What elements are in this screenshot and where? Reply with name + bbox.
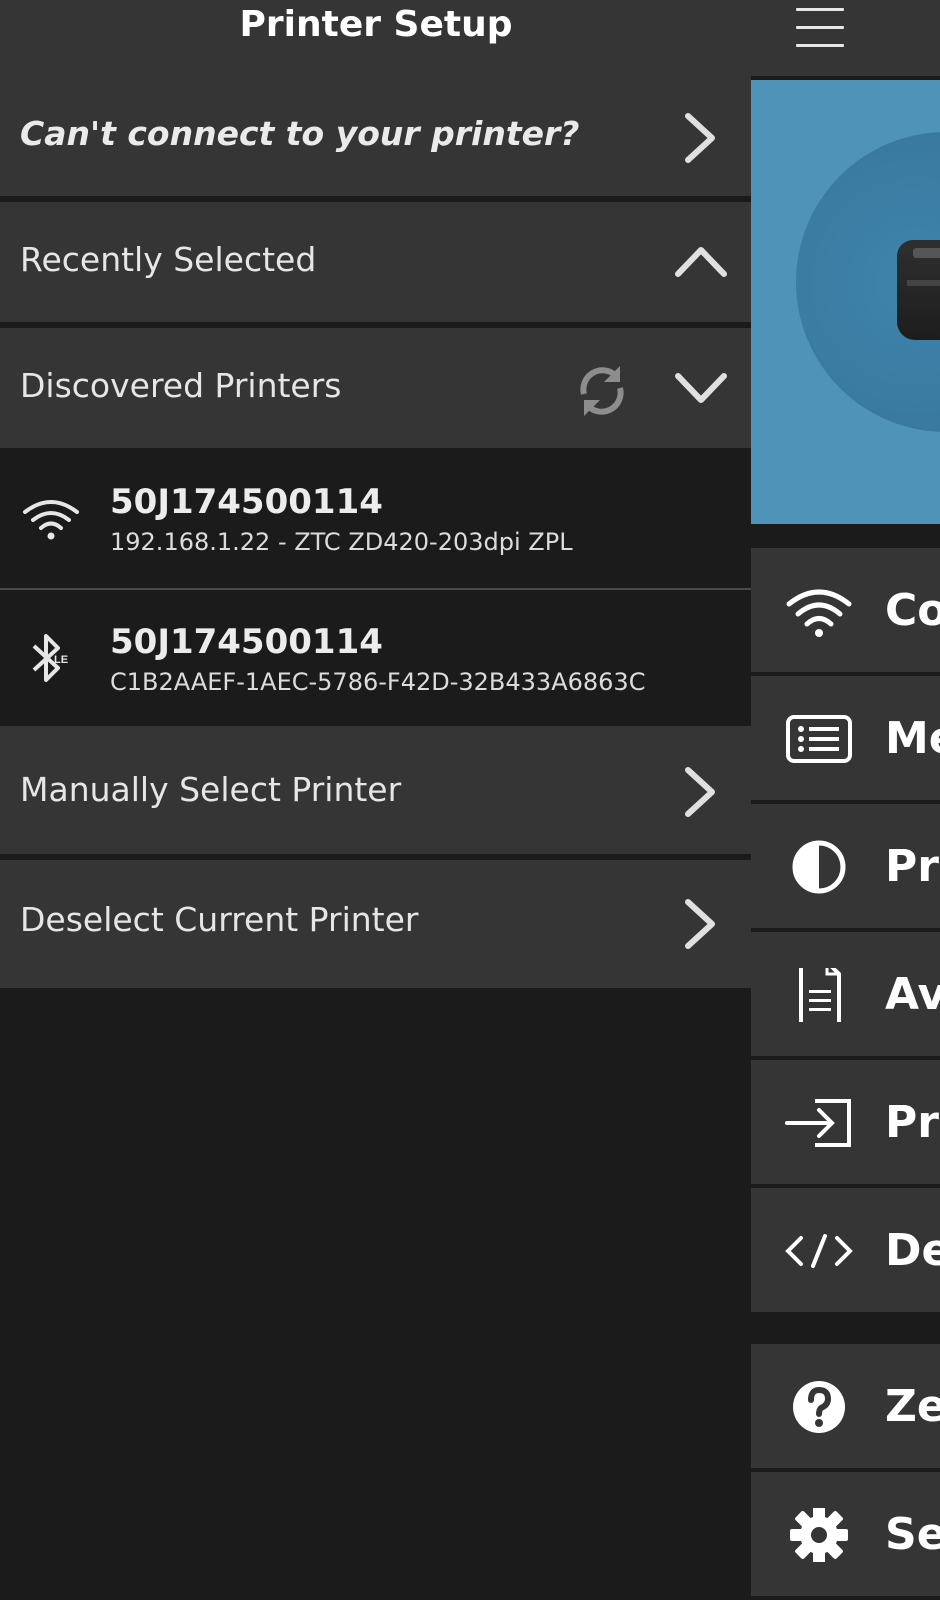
bluetooth-le-icon: LE: [32, 634, 68, 682]
hamburger-icon: [796, 8, 844, 11]
help-icon: [793, 1381, 845, 1433]
refresh-icon[interactable]: [576, 360, 628, 422]
menu-item-label: De: [885, 1225, 940, 1276]
document-icon: [799, 968, 841, 1022]
printer-item-wifi[interactable]: 50J174500114 192.168.1.22 - ZTC ZD420-20…: [0, 452, 751, 584]
menu-item-label: Co: [885, 585, 940, 636]
printer-hero-image: [751, 80, 940, 524]
menu-item-available-files[interactable]: Ava: [751, 932, 940, 1056]
hamburger-line: [796, 44, 844, 47]
cant-connect-label: Can't connect to your printer?: [20, 114, 580, 153]
menu-item-label: Ze: [885, 1381, 940, 1432]
menu-item-print-station[interactable]: Pri: [751, 1060, 940, 1184]
printer-ledge: [907, 280, 940, 286]
menu-item-media[interactable]: Me: [751, 676, 940, 800]
gear-icon: [790, 1508, 848, 1562]
manually-select-printer-row[interactable]: Manually Select Printer: [0, 726, 751, 854]
chevron-right-icon: [685, 113, 715, 163]
chevron-right-icon: [685, 899, 715, 949]
recently-selected-label: Recently Selected: [20, 240, 317, 279]
menu-item-label: Ava: [885, 969, 940, 1020]
menu-item-label: Me: [885, 713, 940, 764]
printer-name: 50J174500114: [110, 622, 383, 662]
wifi-icon: [23, 500, 79, 540]
deselect-current-printer-label: Deselect Current Printer: [20, 900, 419, 939]
menu-item-label: Pri: [885, 841, 940, 892]
contrast-icon: [792, 840, 846, 894]
sign-in-icon: [785, 1099, 851, 1147]
deselect-current-printer-row[interactable]: Deselect Current Printer: [0, 860, 751, 988]
printer-setup-panel: Can't connect to your printer? Recently …: [0, 76, 751, 1600]
printer-name: 50J174500114: [110, 482, 383, 522]
cant-connect-row[interactable]: Can't connect to your printer?: [0, 76, 751, 196]
main-menu-panel: Co Me Pri Ava Pri: [751, 76, 940, 1600]
manually-select-printer-label: Manually Select Printer: [20, 770, 402, 809]
printer-slot: [913, 248, 940, 258]
printer-detail: 192.168.1.22 - ZTC ZD420-203dpi ZPL: [110, 528, 573, 556]
divider: [0, 588, 751, 590]
bluetooth-le-badge: LE: [54, 654, 68, 666]
top-bar: Printer Setup: [0, 0, 940, 76]
printer-detail: C1B2AAEF-1AEC-5786-F42D-32B433A6863C: [110, 668, 646, 696]
code-icon: [785, 1234, 853, 1268]
wifi-icon: [786, 589, 852, 637]
chevron-down-icon: [675, 373, 727, 403]
discovered-printers-label: Discovered Printers: [20, 366, 342, 405]
chevron-right-icon: [685, 767, 715, 817]
recently-selected-row[interactable]: Recently Selected: [0, 202, 751, 322]
menu-item-label: Pri: [885, 1097, 940, 1148]
printer-item-bluetooth[interactable]: LE 50J174500114 C1B2AAEF-1AEC-5786-F42D-…: [0, 592, 751, 724]
list-icon: [786, 715, 852, 763]
menu-item-zebra-support[interactable]: Ze: [751, 1344, 940, 1468]
page-title: Printer Setup: [239, 4, 513, 45]
discovered-printers-row[interactable]: Discovered Printers: [0, 328, 751, 448]
menu-item-developer[interactable]: De: [751, 1188, 940, 1312]
printer-image: [897, 240, 940, 340]
chevron-up-icon: [675, 247, 727, 277]
menu-item-print-quality[interactable]: Pri: [751, 804, 940, 928]
hamburger-line: [796, 26, 844, 29]
menu-item-settings[interactable]: Se: [751, 1472, 940, 1596]
menu-item-connectivity[interactable]: Co: [751, 548, 940, 672]
menu-item-label: Se: [885, 1509, 940, 1560]
hamburger-menu-button[interactable]: [796, 6, 844, 47]
